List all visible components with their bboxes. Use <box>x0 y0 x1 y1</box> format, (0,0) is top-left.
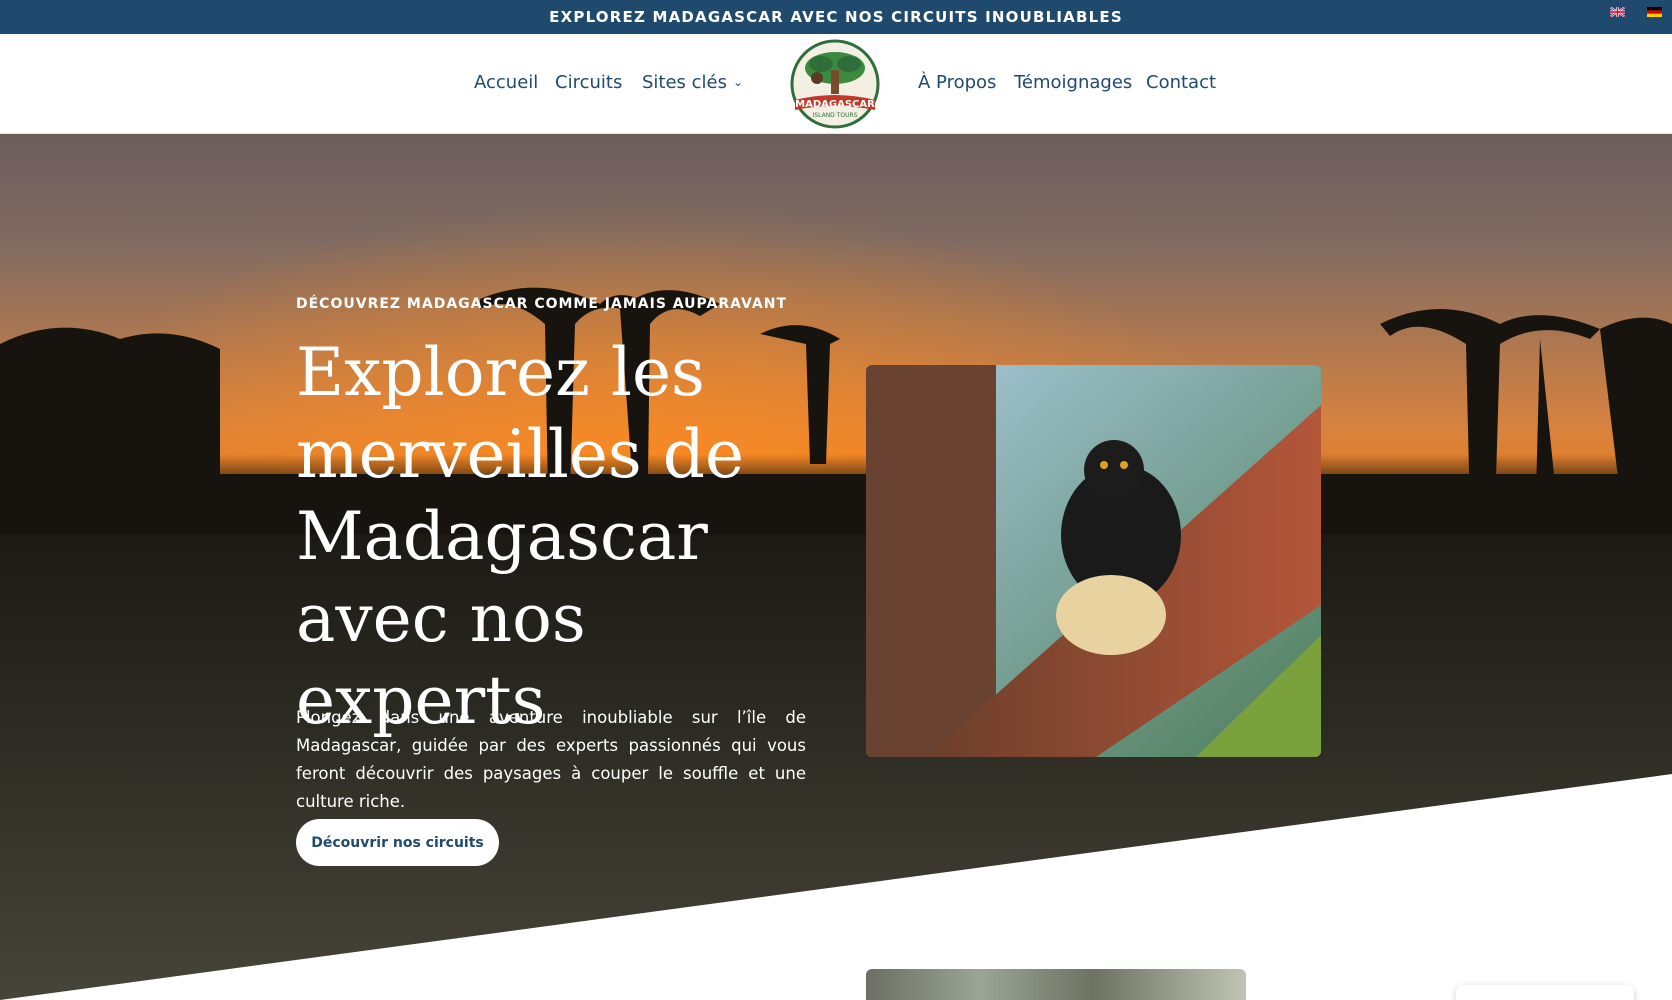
hero-eyebrow: DÉCOUVREZ MADAGASCAR COMME JAMAIS AUPARA… <box>296 296 788 312</box>
lemur-photo <box>866 365 1321 757</box>
nav-item-sites-cles-label: Sites clés <box>642 72 728 93</box>
nav-item-temoignages[interactable]: Témoignages <box>1014 72 1132 93</box>
announcement-text: EXPLOREZ MADAGASCAR AVEC NOS CIRCUITS IN… <box>549 8 1123 26</box>
logo-line1: MADAGASCAR <box>795 99 875 110</box>
german-flag-icon[interactable] <box>1647 7 1662 17</box>
english-flag-icon[interactable] <box>1610 7 1625 17</box>
nav-item-accueil[interactable]: Accueil <box>474 72 538 93</box>
nav-item-circuits[interactable]: Circuits <box>555 72 622 93</box>
hero-section: DÉCOUVREZ MADAGASCAR COMME JAMAIS AUPARA… <box>0 134 1672 1000</box>
main-navigation: Accueil Circuits Sites clés ⌄ MADAGASCAR … <box>0 34 1672 134</box>
floating-widget[interactable] <box>1456 985 1634 1000</box>
nav-item-contact[interactable]: Contact <box>1146 72 1216 93</box>
logo-line2: ISLAND TOURS <box>813 112 858 119</box>
forest-photo-preview <box>866 969 1246 1000</box>
diagonal-divider <box>0 774 1672 1000</box>
nav-item-sites-cles[interactable]: Sites clés ⌄ <box>642 72 743 93</box>
hero-title: Explorez les merveilles de Madagascar av… <box>296 334 745 739</box>
discover-circuits-button[interactable]: Découvrir nos circuits <box>296 819 499 866</box>
chevron-down-icon: ⌄ <box>733 75 744 89</box>
company-logo[interactable]: MADAGASCAR ISLAND TOURS <box>787 38 883 130</box>
top-announcement-bar: EXPLOREZ MADAGASCAR AVEC NOS CIRCUITS IN… <box>0 0 1672 34</box>
hero-description: Plongez dans une aventure inoubliable su… <box>296 708 806 811</box>
baobab-silhouettes <box>0 287 1672 1000</box>
language-switcher <box>1610 7 1662 17</box>
nav-item-a-propos[interactable]: À Propos <box>918 72 996 93</box>
